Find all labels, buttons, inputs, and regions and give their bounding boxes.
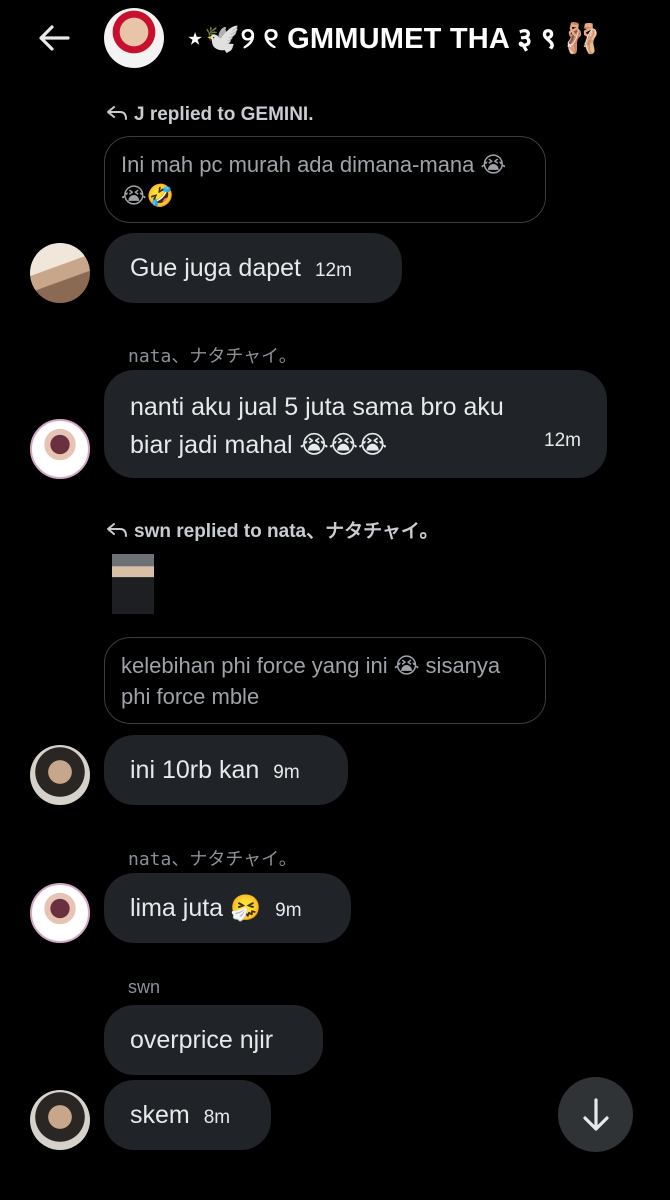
reply-note: J replied to GEMINI. [106, 104, 313, 126]
chat-header: ⋆🕊️୨ ୧ GMMUMET THA ३ ९ 🩰 [0, 0, 670, 78]
message-text: nanti aku jual 5 juta sama bro aku biar … [130, 393, 504, 459]
reply-note: swn replied to nata、ナタチャイ。 [106, 516, 439, 543]
arrow-down-icon [583, 1098, 609, 1131]
message-bubble[interactable]: lima juta 🤧 9m [104, 873, 351, 943]
message-time: 12m [314, 260, 352, 281]
message-bubble[interactable]: nanti aku jual 5 juta sama bro aku biar … [104, 370, 607, 478]
message-text: Gue juga dapet [130, 254, 301, 282]
sender-name[interactable]: swn [128, 977, 160, 998]
message-time: 9m [273, 762, 300, 783]
sender-name[interactable]: nata、ナタチャイ。 [128, 845, 297, 871]
group-avatar[interactable] [104, 8, 164, 68]
message-bubble[interactable]: overprice njir [104, 1005, 323, 1075]
shared-photo[interactable] [112, 554, 154, 614]
quoted-message[interactable]: kelebihan phi force yang ini 😭 sisanya p… [104, 637, 546, 724]
avatar[interactable] [30, 745, 90, 805]
reply-note-text: J replied to GEMINI. [134, 104, 314, 125]
message-time: 8m [203, 1107, 231, 1128]
avatar[interactable] [30, 243, 90, 303]
message-text: overprice njir [130, 1026, 274, 1054]
scroll-to-bottom-button[interactable] [558, 1077, 633, 1152]
message-bubble[interactable]: ini 10rb kan 9m [104, 735, 348, 805]
avatar[interactable] [30, 883, 90, 943]
sender-name[interactable]: nata、ナタチャイ。 [128, 342, 297, 368]
avatar[interactable] [30, 419, 90, 479]
reply-note-text: swn replied to nata、ナタチャイ。 [134, 521, 439, 542]
quoted-message[interactable]: Ini mah pc murah ada dimana-mana 😭😭🤣 [104, 136, 546, 223]
message-time: 12m [544, 430, 581, 451]
group-title[interactable]: ⋆🕊️୨ ୧ GMMUMET THA ३ ९ 🩰 [186, 18, 601, 57]
reply-icon [107, 106, 127, 120]
message-text: lima juta 🤧 [130, 894, 262, 922]
message-text: ini 10rb kan [130, 756, 260, 784]
message-time: 9m [275, 900, 302, 921]
message-bubble[interactable]: Gue juga dapet 12m [104, 233, 402, 303]
avatar[interactable] [30, 1090, 90, 1150]
message-bubble[interactable]: skem 8m [104, 1080, 271, 1150]
message-text: skem [130, 1101, 190, 1129]
reply-icon [107, 523, 127, 537]
arrow-left-icon[interactable] [34, 18, 74, 58]
